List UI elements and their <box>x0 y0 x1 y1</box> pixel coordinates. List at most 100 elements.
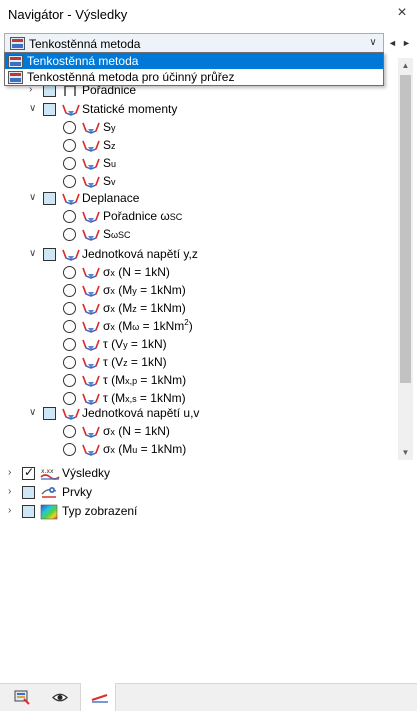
tree-item-label: σx (N = 1kN) <box>103 424 170 438</box>
chevron-down-icon[interactable]: ∨ <box>29 104 39 114</box>
label-part: = 1kNm) <box>137 373 187 387</box>
checkbox[interactable] <box>43 248 56 261</box>
checkbox[interactable] <box>22 505 35 518</box>
tree-leaf-item[interactable]: σx (Mu = 1kNm) <box>4 441 394 458</box>
results-icon: x.xx <box>40 466 60 485</box>
next-arrow-icon[interactable]: ► <box>400 33 413 53</box>
method-combobox[interactable]: Tenkostěnná metoda ∨ <box>4 33 384 53</box>
tree-leaf-item[interactable]: τ (Vy = 1kN) <box>4 336 394 354</box>
chevron-right-icon[interactable]: › <box>29 85 39 95</box>
checkbox[interactable] <box>43 103 56 116</box>
radio-button[interactable] <box>63 392 76 405</box>
tree-item-vysledky[interactable]: › x.xx Výsledky <box>4 465 394 483</box>
symbol-subscript: z <box>111 141 116 151</box>
label-subscript: x,s <box>125 394 137 404</box>
radio-button[interactable] <box>63 228 76 241</box>
radio-button[interactable] <box>63 210 76 223</box>
data-navigator-icon <box>14 690 30 705</box>
stress-diagram-icon <box>81 391 101 410</box>
vertical-scrollbar[interactable]: ▲ ▼ <box>398 58 413 460</box>
tree-leaf-item[interactable]: τ (Mx,s = 1kNm) <box>4 390 394 408</box>
tree-leaf-item[interactable]: τ (Vz = 1kN) <box>4 354 394 372</box>
tree-leaf-item[interactable]: σx (My = 1kNm) <box>4 282 394 300</box>
tree-item-label: Su <box>103 156 116 170</box>
tree-leaf-item[interactable]: Su <box>4 155 394 173</box>
chevron-down-icon[interactable]: ∨ <box>29 408 39 418</box>
tab-results[interactable] <box>80 683 116 711</box>
method-dropdown-list: Tenkostěnná metoda Tenkostěnná metoda pr… <box>4 52 384 86</box>
radio-button[interactable] <box>63 320 76 333</box>
tree-leaf-item[interactable]: SωSC <box>4 226 394 244</box>
label-superscript: 2 <box>184 318 189 327</box>
tree-leaf-item[interactable]: Pořadnice ωSC <box>4 208 394 226</box>
radio-button[interactable] <box>63 139 76 152</box>
radio-button[interactable] <box>63 121 76 134</box>
eye-icon <box>52 693 68 702</box>
tree-leaf-item[interactable]: σx (Mω = 1kNm2) <box>4 318 394 336</box>
label-part: (M <box>107 373 126 387</box>
tree-leaf-item[interactable]: σx (N = 1kN) <box>4 423 394 441</box>
radio-button[interactable] <box>63 443 76 456</box>
tree-item-jednotkova-napeti-yz[interactable]: ∨ Jednotková napětí y,z <box>4 246 394 264</box>
display-type-icon <box>40 504 58 523</box>
tab-data[interactable] <box>4 684 40 711</box>
radio-button[interactable] <box>63 425 76 438</box>
radio-button[interactable] <box>63 175 76 188</box>
chevron-right-icon[interactable]: › <box>8 468 18 478</box>
radio-button[interactable] <box>63 338 76 351</box>
tree-item-label: τ (Mx,s = 1kNm) <box>103 391 186 405</box>
radio-button[interactable] <box>63 302 76 315</box>
checkbox[interactable] <box>22 486 35 499</box>
label-part: = 1kNm) <box>136 283 186 297</box>
bottom-tab-bar <box>0 683 417 711</box>
close-button[interactable]: × <box>392 3 412 23</box>
tab-view[interactable] <box>42 684 78 711</box>
chevron-right-icon[interactable]: › <box>8 506 18 516</box>
chevron-right-icon[interactable]: › <box>8 487 18 497</box>
elements-icon <box>40 485 60 504</box>
chevron-down-icon[interactable]: ∨ <box>366 36 380 50</box>
radio-button[interactable] <box>63 374 76 387</box>
dropdown-option-thin-walled[interactable]: Tenkostěnná metoda <box>5 53 383 69</box>
tree-item-deplanace[interactable]: ∨ Deplanace <box>4 190 394 208</box>
tree-item-staticke-momenty[interactable]: ∨ Statické momenty <box>4 101 394 119</box>
tree-leaf-item[interactable]: Sy <box>4 119 394 137</box>
label-subscript: ωSC <box>111 230 131 240</box>
thin-walled-method-icon <box>8 71 23 87</box>
method-combobox-value: Tenkostěnná metoda <box>29 37 141 51</box>
dropdown-option-effective-section[interactable]: Tenkostěnná metoda pro účinný průřez <box>5 69 383 85</box>
title-bar: Navigátor - Výsledky × <box>0 0 417 28</box>
tree-item-label: Deplanace <box>82 191 140 205</box>
label-part: (M <box>107 391 126 405</box>
tree-item-label: σx (Mu = 1kNm) <box>103 442 186 456</box>
chevron-down-icon[interactable]: ∨ <box>29 193 39 203</box>
chevron-down-icon[interactable]: ∨ <box>29 249 39 259</box>
label-part: = 1kN) <box>127 355 167 369</box>
tree-leaf-item[interactable]: σx (N = 1kN) <box>4 264 394 282</box>
tree-leaf-item[interactable]: Sv <box>4 173 394 191</box>
tree-item-label: Sv <box>103 174 116 188</box>
checkbox[interactable] <box>43 192 56 205</box>
scrollbar-thumb[interactable] <box>400 75 411 383</box>
label-part: (N = 1kN) <box>114 265 170 279</box>
symbol-subscript: u <box>111 159 117 169</box>
tree-item-label: Prvky <box>62 485 92 499</box>
results-icon-text: x.xx <box>41 468 54 475</box>
radio-button[interactable] <box>63 356 76 369</box>
radio-button[interactable] <box>63 157 76 170</box>
symbol-main: S <box>103 174 112 188</box>
symbol-subscript: y <box>111 123 116 133</box>
checkbox[interactable] <box>43 407 56 420</box>
tree-leaf-item[interactable]: τ (Mx,p = 1kNm) <box>4 372 394 390</box>
previous-arrow-icon[interactable]: ◄ <box>386 33 399 53</box>
scroll-down-icon[interactable]: ▼ <box>398 445 413 460</box>
tree-item-label: Sz <box>103 138 116 152</box>
tree-leaf-item[interactable]: Sz <box>4 137 394 155</box>
tree-item-typ-zobrazeni[interactable]: › Typ zobrazení <box>4 503 394 521</box>
radio-button[interactable] <box>63 284 76 297</box>
tree-item-prvky[interactable]: › Prvky <box>4 484 394 502</box>
checkbox-checked[interactable] <box>22 465 35 480</box>
tree-leaf-item[interactable]: σx (Mz = 1kNm) <box>4 300 394 318</box>
radio-button[interactable] <box>63 266 76 279</box>
scroll-up-icon[interactable]: ▲ <box>398 58 413 73</box>
